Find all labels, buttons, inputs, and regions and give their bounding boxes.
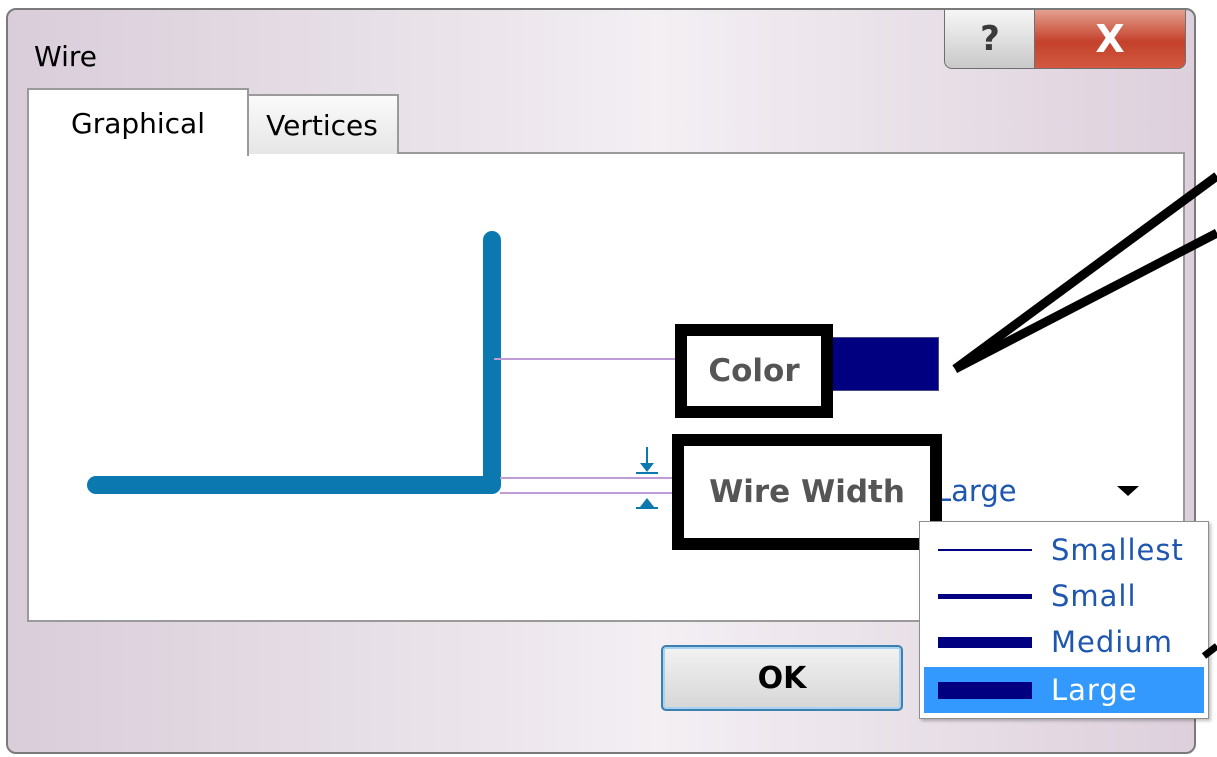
option-label: Large bbox=[1051, 673, 1138, 707]
option-label: Small bbox=[1051, 579, 1137, 613]
line-sample-large bbox=[938, 681, 1032, 699]
ok-button[interactable]: OK bbox=[661, 645, 903, 711]
color-label: Color bbox=[675, 324, 833, 418]
dropdown-option-smallest[interactable]: Smallest bbox=[924, 527, 1204, 573]
tab-graphical[interactable]: Graphical bbox=[27, 88, 249, 156]
help-button[interactable]: ? bbox=[944, 10, 1036, 69]
wire-width-label: Wire Width bbox=[672, 434, 942, 550]
wire-width-combobox[interactable]: Large bbox=[935, 474, 1017, 508]
tab-vertices[interactable]: Vertices bbox=[245, 94, 399, 154]
option-label: Medium bbox=[1051, 625, 1173, 659]
line-sample-smallest bbox=[938, 549, 1032, 551]
close-x-icon: X bbox=[1095, 17, 1125, 61]
dropdown-option-medium[interactable]: Medium bbox=[924, 619, 1204, 665]
line-sample-medium bbox=[938, 636, 1032, 648]
window-title: Wire bbox=[34, 40, 97, 73]
wire-width-dropdown: Smallest Small Medium Large bbox=[919, 521, 1209, 719]
close-button[interactable]: X bbox=[1034, 10, 1186, 69]
dropdown-option-small[interactable]: Small bbox=[924, 573, 1204, 619]
triangle-down-icon[interactable] bbox=[1117, 486, 1139, 496]
line-sample-small bbox=[938, 593, 1032, 599]
dropdown-option-large[interactable]: Large bbox=[924, 667, 1204, 713]
option-label: Smallest bbox=[1051, 533, 1184, 567]
question-mark-icon: ? bbox=[980, 19, 1000, 59]
